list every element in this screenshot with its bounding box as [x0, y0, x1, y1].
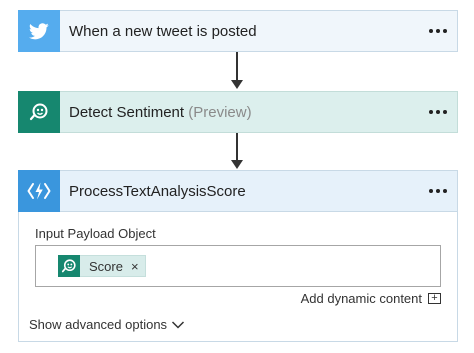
dot	[443, 110, 447, 114]
connector-line	[236, 52, 238, 81]
dot	[436, 29, 440, 33]
input-payload-field[interactable]: Score ×	[35, 245, 441, 287]
score-token[interactable]: Score ×	[58, 255, 146, 277]
more-options-button[interactable]	[426, 92, 447, 132]
dot	[443, 189, 447, 193]
show-advanced-options-label: Show advanced options	[29, 317, 168, 332]
dot	[429, 110, 433, 114]
trigger-card-tweet[interactable]: When a new tweet is posted	[18, 10, 458, 52]
process-score-body: Input Payload Object Score × Add dynamic…	[18, 212, 458, 342]
dot	[429, 189, 433, 193]
show-advanced-options-button[interactable]: Show advanced options	[29, 317, 185, 332]
trigger-title: When a new tweet is posted	[69, 22, 257, 40]
connector-line	[236, 133, 238, 161]
chevron-down-icon	[172, 320, 185, 329]
detect-sentiment-header[interactable]: Detect Sentiment (Preview)	[18, 91, 458, 133]
process-score-title: ProcessTextAnalysisScore	[69, 182, 246, 200]
trigger-header[interactable]: When a new tweet is posted	[18, 10, 458, 52]
add-plus-icon: +	[428, 293, 441, 304]
twitter-bird-icon	[18, 10, 60, 52]
dot	[429, 29, 433, 33]
detect-sentiment-title: Detect Sentiment (Preview)	[69, 104, 252, 121]
dot	[443, 29, 447, 33]
sentiment-analysis-icon	[58, 255, 80, 277]
action-card-detect-sentiment[interactable]: Detect Sentiment (Preview)	[18, 91, 458, 133]
process-score-header[interactable]: ProcessTextAnalysisScore	[18, 170, 458, 212]
connector-arrowhead	[231, 160, 243, 169]
connector-arrowhead	[231, 80, 243, 89]
add-dynamic-content-button[interactable]: Add dynamic content +	[301, 291, 441, 306]
detect-sentiment-name: Detect Sentiment	[69, 103, 185, 121]
sentiment-analysis-icon	[18, 91, 60, 133]
score-token-label: Score	[89, 258, 123, 274]
azure-function-icon	[18, 170, 60, 212]
preview-label: (Preview)	[188, 103, 252, 121]
more-options-button[interactable]	[426, 11, 447, 51]
action-card-process-score[interactable]: ProcessTextAnalysisScore	[18, 170, 458, 212]
input-payload-label: Input Payload Object	[35, 226, 156, 241]
dot	[436, 110, 440, 114]
remove-token-button[interactable]: ×	[131, 259, 145, 274]
dot	[436, 189, 440, 193]
more-options-button[interactable]	[426, 171, 447, 211]
add-dynamic-content-label: Add dynamic content	[300, 291, 422, 306]
